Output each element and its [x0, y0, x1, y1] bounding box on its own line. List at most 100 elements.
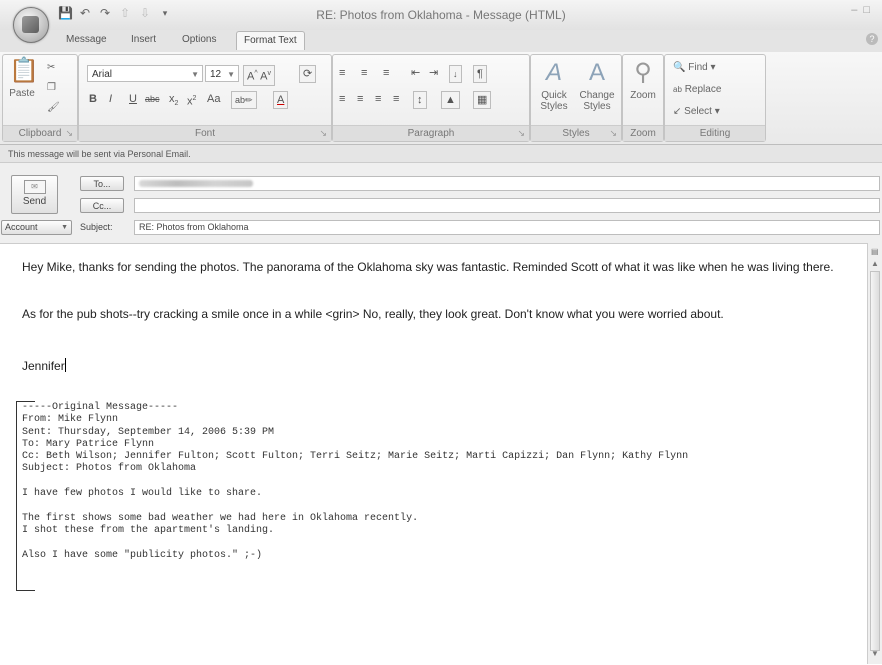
- paragraph-label: Paragraph ↘: [333, 125, 529, 141]
- font-group: Arial ▼ 12 ▼ A^ Av ⟳ B I U abc x2 x2 Aa ab…: [78, 54, 332, 142]
- align-right-icon[interactable]: ≡: [375, 91, 381, 107]
- find-button[interactable]: 🔍 Find ▾: [673, 61, 716, 74]
- cut-icon[interactable]: ✂: [47, 61, 55, 74]
- help-icon[interactable]: ?: [866, 33, 878, 45]
- multilevel-list-icon[interactable]: ≡: [383, 65, 389, 81]
- window-title: RE: Photos from Oklahoma - Message (HTML…: [316, 8, 566, 22]
- ribbon: 📋 Paste ✂ ❐ 🖌 Clipboard ↘ Arial ▼ 12 ▼ A^ A…: [0, 52, 882, 145]
- to-button[interactable]: To...: [80, 176, 124, 191]
- bold-icon[interactable]: B: [89, 91, 97, 107]
- paste-label: Paste: [9, 88, 35, 99]
- tab-message[interactable]: Message: [66, 34, 107, 45]
- subscript-icon[interactable]: x2: [169, 91, 178, 112]
- align-left-icon[interactable]: ≡: [339, 91, 345, 107]
- subject-label: Subject:: [80, 222, 113, 232]
- paragraph-group: ≡ ≡ ≡ ⇤ ⇥ ↓ ¶ ≡ ≡ ≡ ≡ ↕ ▲ ▦ Paragraph ↘: [332, 54, 530, 142]
- show-formatting-icon[interactable]: ¶: [473, 65, 487, 83]
- send-button[interactable]: ✉ Send: [11, 175, 58, 214]
- shading-icon[interactable]: ▲: [441, 91, 460, 109]
- italic-icon[interactable]: I: [109, 91, 112, 107]
- borders-icon[interactable]: ▦: [473, 91, 492, 109]
- to-field[interactable]: [134, 176, 880, 191]
- office-button[interactable]: [13, 7, 49, 43]
- quick-styles-icon: A: [545, 59, 562, 86]
- original-body-line: The first shows some bad weather we had …: [22, 512, 419, 524]
- format-painter-icon[interactable]: 🖌: [47, 101, 60, 114]
- ribbon-tabs: Message Insert Options Format Text ?: [0, 30, 882, 52]
- font-name-select[interactable]: Arial ▼: [87, 65, 203, 82]
- scroll-up-icon[interactable]: ▲: [871, 259, 879, 268]
- paste-button[interactable]: 📋 Paste: [5, 57, 39, 99]
- replace-button[interactable]: ab Replace: [673, 83, 721, 96]
- change-styles-button[interactable]: A Change Styles: [577, 59, 617, 112]
- highlight-icon[interactable]: ab✏: [231, 91, 257, 109]
- cc-button[interactable]: Cc...: [80, 198, 124, 213]
- original-message: -----Original Message----- From: Mike Fl…: [22, 402, 688, 562]
- replace-icon: ab: [673, 85, 682, 94]
- subject-field[interactable]: RE: Photos from Oklahoma: [134, 220, 880, 235]
- styles-label: Styles ↘: [531, 125, 621, 141]
- bullets-icon[interactable]: ≡: [339, 65, 345, 81]
- change-case-icon[interactable]: Aa: [207, 91, 220, 107]
- vertical-scrollbar[interactable]: ▤ ▲ ▼: [867, 243, 882, 664]
- original-to: To: Mary Patrice Flynn: [22, 438, 155, 450]
- editing-group: 🔍 Find ▾ ab Replace ↙ Select ▾ Editing: [664, 54, 766, 142]
- tab-format-text[interactable]: Format Text: [236, 31, 305, 50]
- increase-indent-icon[interactable]: ⇥: [429, 65, 438, 81]
- zoom-label: Zoom: [623, 125, 663, 141]
- clipboard-label: Clipboard ↘: [3, 125, 77, 141]
- tab-options[interactable]: Options: [182, 34, 216, 45]
- line-spacing-icon[interactable]: ↕: [413, 91, 427, 109]
- original-blank: [22, 500, 688, 512]
- decrease-indent-icon[interactable]: ⇤: [411, 65, 420, 81]
- paste-icon: 📋: [9, 57, 39, 84]
- editing-label: Editing: [665, 125, 765, 141]
- select-button[interactable]: ↙ Select ▾: [673, 105, 720, 118]
- original-body-line: I have few photos I would like to share.: [22, 488, 263, 500]
- original-line: -----Original Message-----: [22, 402, 179, 413]
- sort-icon[interactable]: ↓: [449, 65, 462, 83]
- superscript-icon[interactable]: x2: [187, 91, 196, 110]
- justify-icon[interactable]: ≡: [393, 91, 399, 107]
- account-button[interactable]: Account ▼: [1, 220, 72, 235]
- text-cursor: [64, 358, 66, 372]
- tab-insert[interactable]: Insert: [131, 34, 156, 45]
- clipboard-group: 📋 Paste ✂ ❐ 🖌 Clipboard ↘: [2, 54, 78, 142]
- align-center-icon[interactable]: ≡: [357, 91, 363, 107]
- ruler-toggle-icon[interactable]: ▤: [871, 247, 879, 256]
- zoom-group: ⚲ Zoom Zoom: [622, 54, 664, 142]
- original-blank: [22, 476, 688, 488]
- office-logo-icon: [22, 16, 39, 33]
- change-styles-icon: A: [588, 59, 605, 86]
- info-bar: This message will be sent via Personal E…: [0, 145, 882, 163]
- font-label: Font ↘: [79, 125, 331, 141]
- message-header: ✉ Send To... Cc... Account ▼ Subject: RE:…: [0, 163, 882, 243]
- cc-field[interactable]: [134, 198, 880, 213]
- copy-icon[interactable]: ❐: [47, 81, 56, 94]
- font-size-select[interactable]: 12 ▼: [205, 65, 239, 82]
- font-color-icon[interactable]: A: [273, 91, 289, 109]
- original-from: From: Mike Flynn: [22, 414, 119, 426]
- clear-formatting-icon[interactable]: ⟳: [299, 65, 317, 83]
- zoom-button[interactable]: ⚲ Zoom: [625, 59, 661, 101]
- scroll-thumb[interactable]: [870, 271, 880, 651]
- title-bar: 💾 ↶ ↷ ⇧ ⇩ ▾ RE: Photos from Oklahoma - M…: [0, 0, 882, 30]
- scroll-down-icon[interactable]: ▼: [871, 649, 879, 658]
- signature: Jennifer: [22, 358, 66, 373]
- underline-icon[interactable]: U: [129, 91, 137, 107]
- send-envelope-icon: ✉: [23, 180, 46, 194]
- strikethrough-icon[interactable]: abc: [145, 91, 160, 107]
- original-blank: [22, 537, 688, 549]
- original-body-line: I shot these from the apartment's landin…: [22, 524, 275, 536]
- numbering-icon[interactable]: ≡: [361, 65, 367, 81]
- to-recipients-redacted: [139, 180, 253, 187]
- message-body[interactable]: Hey Mike, thanks for sending the photos.…: [0, 243, 868, 665]
- quick-styles-button[interactable]: A Quick Styles: [535, 59, 573, 112]
- select-icon: ↙: [673, 106, 682, 117]
- styles-group: A Quick Styles A Change Styles Styles ↘: [530, 54, 622, 142]
- window-controls[interactable]: –□: [851, 4, 876, 16]
- original-cc: Cc: Beth Wilson; Jennifer Fulton; Scott …: [22, 451, 689, 463]
- grow-font-icon[interactable]: A^ Av: [243, 65, 275, 86]
- message-paragraph-2: As for the pub shots--try cracking a smi…: [22, 307, 724, 321]
- original-subject: Subject: Photos from Oklahoma: [22, 463, 197, 475]
